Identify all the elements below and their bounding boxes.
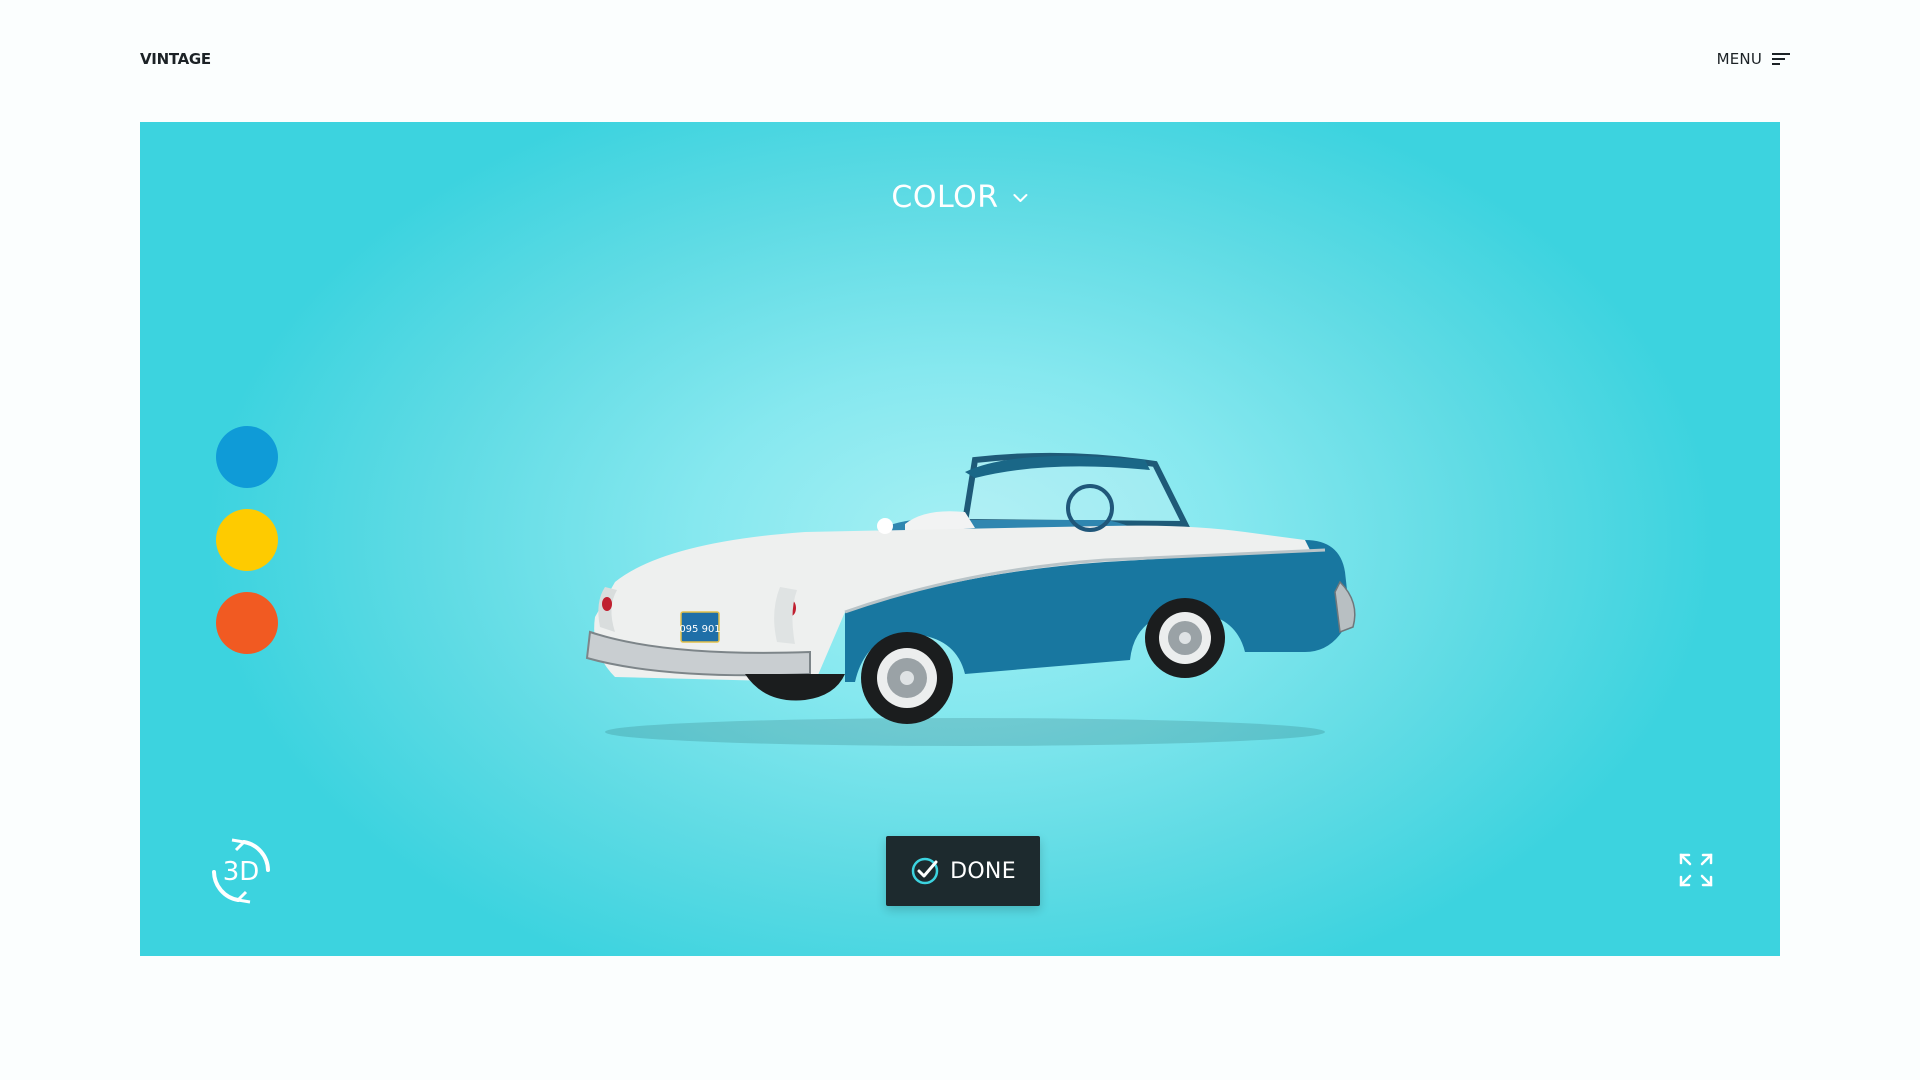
expand-icon	[1679, 853, 1713, 887]
view-3d-label: 3D	[223, 857, 260, 887]
menu-button[interactable]: MENU	[1717, 50, 1790, 68]
product-stage: COLOR 095 901 3D DONE	[140, 122, 1780, 956]
color-swatches	[216, 426, 278, 654]
menu-label: MENU	[1716, 50, 1762, 68]
check-circle-icon	[911, 857, 939, 885]
page: VINTAGE MENU COLOR 095 901 3D DONE	[0, 0, 1920, 1080]
color-option-dropdown[interactable]: COLOR	[891, 180, 1028, 215]
swatch-orange[interactable]	[216, 592, 278, 654]
swatch-blue[interactable]	[216, 426, 278, 488]
car-illustration: 095 901	[585, 452, 1356, 746]
swatch-yellow[interactable]	[216, 509, 278, 571]
fullscreen-button[interactable]	[1678, 852, 1714, 888]
done-button[interactable]: DONE	[886, 836, 1040, 906]
done-label: DONE	[950, 858, 1016, 884]
rotate-3d-icon: 3D	[212, 838, 270, 904]
front-wheel	[1145, 598, 1225, 678]
hamburger-menu-icon	[1772, 53, 1790, 65]
rear-wheel	[861, 632, 953, 724]
license-plate-text: 095 901	[679, 624, 720, 635]
chevron-down-icon	[1013, 193, 1028, 202]
brand-logo[interactable]: VINTAGE	[140, 50, 211, 68]
view-3d-button[interactable]: 3D	[206, 836, 276, 906]
car-image[interactable]: 095 901	[545, 412, 1385, 762]
option-title: COLOR	[891, 180, 999, 215]
